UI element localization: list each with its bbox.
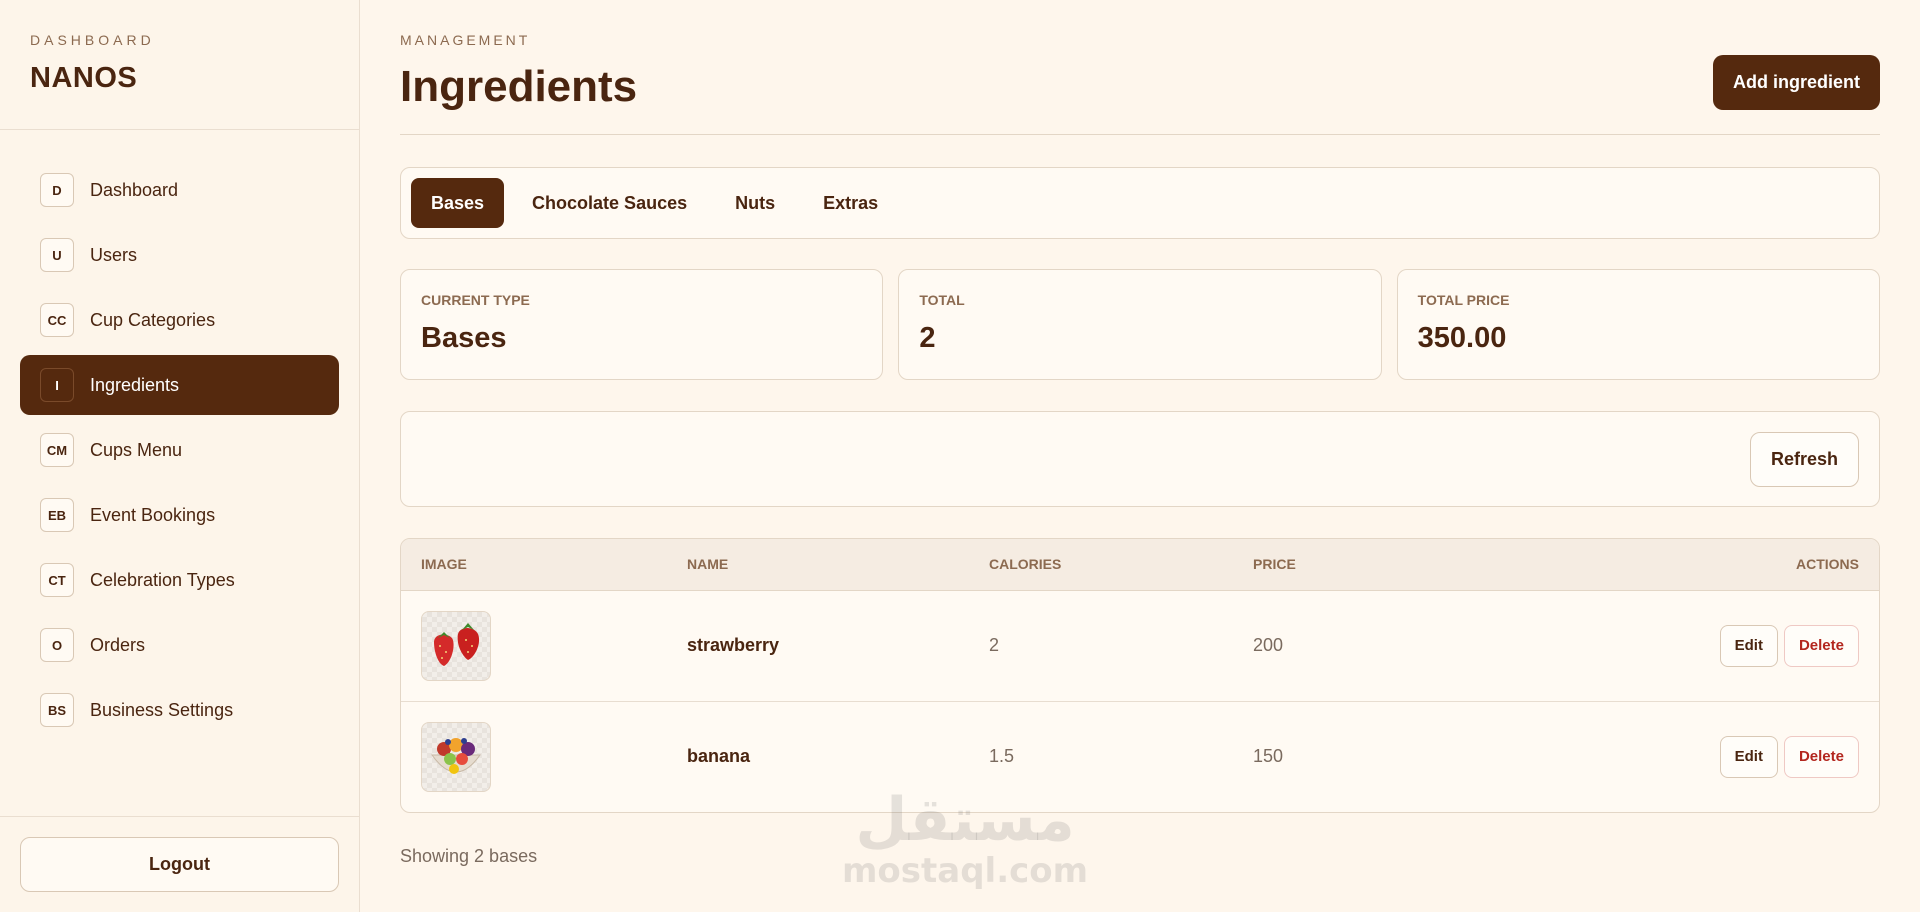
cup-categories-icon: CC (40, 303, 74, 337)
sidebar-item-label: Users (90, 244, 138, 265)
row-actions: Edit Delete (1432, 700, 1879, 812)
tab-chocolate-sauces[interactable]: Chocolate Sauces (512, 178, 707, 228)
image-cell (401, 700, 667, 812)
delete-button[interactable]: Delete (1783, 624, 1859, 667)
sidebar-item-label: Cups Menu (90, 439, 183, 460)
dashboard-icon: D (40, 173, 74, 207)
logout-button[interactable]: Logout (20, 837, 339, 892)
stat-value: 2 (919, 322, 936, 354)
ingredient-calories: 2 (989, 635, 1000, 655)
business-settings-icon: BS (40, 693, 74, 727)
stat-card-current-type: CURRENT TYPE Bases (400, 269, 884, 380)
table-row: banana 1.5 150 Edit Delete (401, 700, 1879, 812)
results-count: Showing 2 bases (400, 846, 538, 866)
brand-block: DASHBOARD NANOS (0, 0, 359, 130)
column-header-image: IMAGE (401, 539, 667, 591)
sidebar-item-orders[interactable]: O Orders (20, 615, 339, 675)
ingredient-price: 150 (1233, 700, 1433, 812)
sidebar-item-cup-categories[interactable]: CC Cup Categories (20, 290, 339, 350)
sidebar-item-label: Orders (90, 634, 146, 655)
stat-card-total-price: TOTAL PRICE 350.00 (1396, 269, 1880, 380)
sidebar-item-ingredients[interactable]: I Ingredients (20, 355, 339, 415)
sidebar-item-label: Event Bookings (90, 504, 216, 525)
page-title: Ingredients (400, 62, 638, 111)
add-ingredient-button[interactable]: Add ingredient (1713, 55, 1880, 110)
column-header-calories: CALORIES (969, 539, 1233, 591)
sidebar-footer: Logout (0, 816, 359, 912)
image-cell (401, 590, 667, 701)
stat-value: Bases (421, 322, 507, 354)
ingredient-price: 200 (1253, 635, 1284, 655)
stats-row: CURRENT TYPE Bases TOTAL 2 TOTAL PRICE 3… (400, 269, 1880, 380)
table-toolbar: Refresh (400, 411, 1880, 507)
brand-title: NANOS (30, 62, 138, 94)
stat-label: TOTAL PRICE (1417, 292, 1510, 308)
sidebar-item-label: Celebration Types (90, 569, 235, 590)
sidebar-item-label: Cup Categories (90, 309, 216, 330)
strawberry-image (421, 610, 491, 681)
stat-value: 350.00 (1417, 322, 1507, 354)
main-content: MANAGEMENT Ingredients Add ingredient Ba… (360, 0, 1920, 912)
delete-button[interactable]: Delete (1783, 735, 1859, 778)
ingredient-name: strawberry (687, 635, 780, 655)
edit-button[interactable]: Edit (1719, 624, 1778, 667)
table-header-row: IMAGE NAME CALORIES PRICE ACTIONS (401, 539, 1879, 591)
sidebar-item-cups-menu[interactable]: CM Cups Menu (20, 420, 339, 480)
celebration-types-icon: CT (40, 563, 74, 597)
refresh-button[interactable]: Refresh (1749, 431, 1859, 487)
users-icon: U (40, 238, 74, 272)
sidebar-item-dashboard[interactable]: D Dashboard (20, 160, 339, 220)
sidebar-item-label: Ingredients (90, 374, 180, 395)
sidebar-item-label: Dashboard (90, 179, 179, 200)
sidebar-item-users[interactable]: U Users (20, 225, 339, 285)
sidebar-item-label: Business Settings (90, 699, 234, 720)
tab-bases[interactable]: Bases (411, 178, 505, 228)
section-eyebrow: MANAGEMENT (400, 32, 531, 48)
table-row: strawberry 2 200 Edit Delete (401, 590, 1879, 701)
page-header: MANAGEMENT Ingredients Add ingredient (400, 0, 1880, 135)
column-header-price: PRICE (1233, 539, 1433, 591)
sidebar: DASHBOARD NANOS D Dashboard U Users CC C… (0, 0, 360, 912)
watermark: مستقل mostaql.com (842, 790, 1088, 888)
sidebar-item-event-bookings[interactable]: EB Event Bookings (20, 485, 339, 545)
event-bookings-icon: EB (40, 498, 74, 532)
row-actions: Edit Delete (1432, 590, 1879, 701)
edit-button[interactable]: Edit (1719, 735, 1778, 778)
stat-label: TOTAL (919, 292, 965, 308)
watermark-latin: mostaql.com (842, 851, 1089, 891)
tab-nuts[interactable]: Nuts (715, 178, 795, 228)
sidebar-item-celebration-types[interactable]: CT Celebration Types (20, 550, 339, 610)
orders-icon: O (40, 628, 74, 662)
sidebar-item-business-settings[interactable]: BS Business Settings (20, 680, 339, 740)
stat-card-total: TOTAL 2 (898, 269, 1382, 380)
stat-label: CURRENT TYPE (421, 292, 530, 308)
ingredients-table: IMAGE NAME CALORIES PRICE ACTIONS strawb… (400, 538, 1880, 813)
fruit-bowl-image (421, 721, 491, 792)
sidebar-nav: D Dashboard U Users CC Cup Categories I … (0, 130, 359, 816)
brand-eyebrow: DASHBOARD (30, 32, 155, 48)
ingredients-icon: I (40, 368, 74, 402)
column-header-name: NAME (667, 539, 969, 591)
cups-menu-icon: CM (40, 433, 74, 467)
watermark-arabic: مستقل (855, 785, 1075, 855)
ingredient-type-tabs: Bases Chocolate Sauces Nuts Extras (400, 167, 1880, 239)
column-header-actions: ACTIONS (1432, 539, 1879, 591)
tab-extras[interactable]: Extras (803, 178, 898, 228)
